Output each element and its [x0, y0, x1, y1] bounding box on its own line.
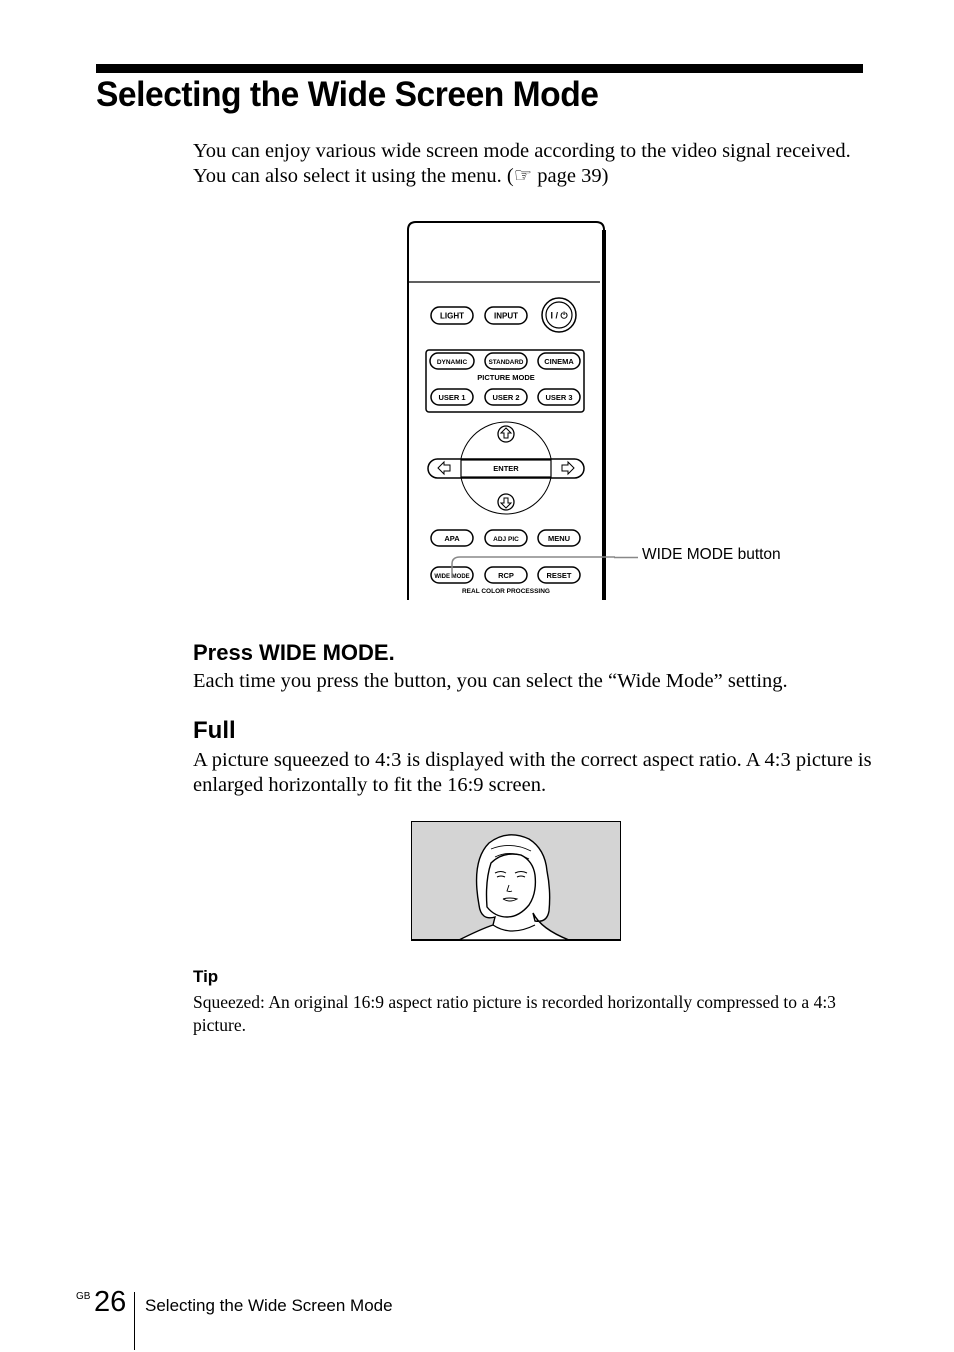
tip-text: Squeezed: An original 16:9 aspect ratio … [193, 992, 836, 1035]
svg-text:STANDARD: STANDARD [489, 359, 524, 366]
step-heading: Press WIDE MODE. [193, 640, 395, 665]
cinema-button: CINEMA [537, 352, 581, 370]
input-button: INPUT [484, 306, 528, 325]
footer-section-title: Selecting the Wide Screen Mode [145, 1296, 393, 1315]
svg-text:USER 3: USER 3 [545, 393, 572, 402]
footer-region: GB [76, 1291, 91, 1302]
svg-text:CINEMA: CINEMA [544, 357, 574, 366]
menu-button: MENU [537, 529, 581, 547]
wide-mode-callout: WIDE MODE button [642, 546, 781, 563]
tip-heading: Tip [193, 967, 219, 986]
up-arrow-icon [497, 425, 515, 443]
rcp-label: REAL COLOR PROCESSING [462, 588, 550, 595]
full-mode-picture [411, 821, 621, 941]
power-icon: I / ⏻ [550, 311, 568, 321]
adj-pic-button: ADJ PIC [484, 529, 528, 547]
step-text: Each time you press the button, you can … [193, 670, 788, 692]
user3-button: USER 3 [537, 388, 581, 406]
svg-text:DYNAMIC: DYNAMIC [437, 359, 468, 366]
svg-text:RESET: RESET [546, 571, 571, 580]
user1-button: USER 1 [430, 388, 474, 406]
footer-page-number: 26 [94, 1286, 127, 1318]
standard-button: STANDARD [484, 352, 528, 370]
apa-button: APA [430, 529, 474, 547]
svg-text:APA: APA [444, 534, 460, 543]
intro-paragraph: You can enjoy various wide screen mode a… [193, 140, 851, 187]
full-heading: Full [193, 717, 236, 744]
svg-text:ADJ PIC: ADJ PIC [493, 536, 519, 543]
svg-text:MENU: MENU [548, 534, 570, 543]
dynamic-button: DYNAMIC [429, 352, 475, 370]
page-title: Selecting the Wide Screen Mode [96, 75, 599, 114]
power-button: I / ⏻ [541, 297, 577, 333]
svg-text:USER 1: USER 1 [438, 393, 465, 402]
down-arrow-icon [497, 493, 515, 511]
reset-button: RESET [537, 566, 581, 584]
rcp-button: RCP [484, 566, 528, 584]
picture-mode-label: PICTURE MODE [477, 373, 535, 382]
svg-text:LIGHT: LIGHT [440, 312, 464, 321]
callout-line-extension [614, 556, 638, 559]
svg-text:RCP: RCP [498, 571, 514, 580]
svg-text:INPUT: INPUT [494, 312, 518, 321]
footer-divider [134, 1292, 135, 1350]
light-button: LIGHT [430, 306, 474, 325]
full-text: A picture squeezed to 4:3 is displayed w… [193, 749, 872, 796]
user2-button: USER 2 [484, 388, 528, 406]
svg-text:USER 2: USER 2 [492, 393, 519, 402]
remote-control-illustration: LIGHT INPUT I / ⏻ DYNAMIC STANDARD CINEM… [407, 221, 615, 600]
svg-text:ENTER: ENTER [493, 464, 519, 473]
